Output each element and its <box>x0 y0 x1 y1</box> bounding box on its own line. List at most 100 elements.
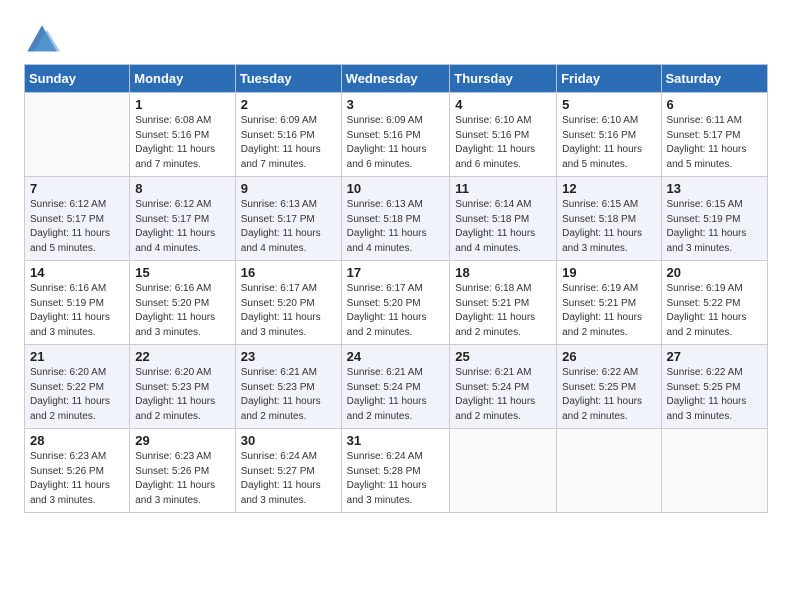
calendar-cell: 12 Sunrise: 6:15 AMSunset: 5:18 PMDayligh… <box>557 177 661 261</box>
logo-icon <box>24 22 60 58</box>
day-number: 6 <box>667 97 762 112</box>
day-number: 18 <box>455 265 551 280</box>
calendar-cell: 1 Sunrise: 6:08 AMSunset: 5:16 PMDaylight… <box>130 93 236 177</box>
day-number: 2 <box>241 97 336 112</box>
weekday-header-tuesday: Tuesday <box>235 65 341 93</box>
day-number: 23 <box>241 349 336 364</box>
day-info: Sunrise: 6:09 AMSunset: 5:16 PMDaylight:… <box>347 114 445 172</box>
day-number: 8 <box>135 181 230 196</box>
day-info: Sunrise: 6:11 AMSunset: 5:17 PMDaylight:… <box>667 114 762 172</box>
day-number: 20 <box>667 265 762 280</box>
calendar-cell: 19Sunrise: 6:19 AMSunset: 5:21 PMDayligh… <box>557 261 661 345</box>
weekday-header-saturday: Saturday <box>661 65 767 93</box>
calendar-cell: 23 Sunrise: 6:21 AMSunset: 5:23 PMDayligh… <box>235 345 341 429</box>
day-info: Sunrise: 6:19 AMSunset: 5:22 PMDaylight:… <box>667 282 762 340</box>
calendar-cell: 3 Sunrise: 6:09 AMSunset: 5:16 PMDaylight… <box>341 93 450 177</box>
day-info: Sunrise: 6:18 AMSunset: 5:21 PMDaylight:… <box>455 282 551 340</box>
day-number: 27 <box>667 349 762 364</box>
calendar-week-3: 14 Sunrise: 6:16 AMSunset: 5:19 PMDayligh… <box>25 261 768 345</box>
day-number: 10 <box>347 181 445 196</box>
calendar-header-row: SundayMondayTuesdayWednesdayThursdayFrid… <box>25 65 768 93</box>
day-info: Sunrise: 6:17 AMSunset: 5:20 PMDaylight:… <box>347 282 445 340</box>
day-info: Sunrise: 6:09 AMSunset: 5:16 PMDaylight:… <box>241 114 336 172</box>
day-info: Sunrise: 6:23 AMSunset: 5:26 PMDaylight:… <box>135 450 230 508</box>
calendar-cell <box>450 429 557 513</box>
logo <box>24 22 64 58</box>
day-info: Sunrise: 6:21 AMSunset: 5:23 PMDaylight:… <box>241 366 336 424</box>
day-number: 3 <box>347 97 445 112</box>
day-number: 16 <box>241 265 336 280</box>
day-info: Sunrise: 6:10 AMSunset: 5:16 PMDaylight:… <box>562 114 655 172</box>
day-info: Sunrise: 6:12 AMSunset: 5:17 PMDaylight:… <box>135 198 230 256</box>
day-info: Sunrise: 6:20 AMSunset: 5:23 PMDaylight:… <box>135 366 230 424</box>
calendar-cell: 18 Sunrise: 6:18 AMSunset: 5:21 PMDayligh… <box>450 261 557 345</box>
weekday-header-thursday: Thursday <box>450 65 557 93</box>
day-info: Sunrise: 6:15 AMSunset: 5:18 PMDaylight:… <box>562 198 655 256</box>
calendar-cell: 9Sunrise: 6:13 AMSunset: 5:17 PMDaylight… <box>235 177 341 261</box>
day-number: 7 <box>30 181 124 196</box>
calendar-cell <box>25 93 130 177</box>
calendar-week-1: 1 Sunrise: 6:08 AMSunset: 5:16 PMDaylight… <box>25 93 768 177</box>
day-info: Sunrise: 6:16 AMSunset: 5:19 PMDaylight:… <box>30 282 124 340</box>
day-number: 12 <box>562 181 655 196</box>
day-number: 17 <box>347 265 445 280</box>
day-number: 29 <box>135 433 230 448</box>
calendar-cell: 29 Sunrise: 6:23 AMSunset: 5:26 PMDayligh… <box>130 429 236 513</box>
header <box>24 18 768 58</box>
weekday-header-wednesday: Wednesday <box>341 65 450 93</box>
day-info: Sunrise: 6:08 AMSunset: 5:16 PMDaylight:… <box>135 114 230 172</box>
day-number: 4 <box>455 97 551 112</box>
day-number: 22 <box>135 349 230 364</box>
calendar-cell: 11Sunrise: 6:14 AMSunset: 5:18 PMDayligh… <box>450 177 557 261</box>
day-number: 25 <box>455 349 551 364</box>
calendar-cell: 10Sunrise: 6:13 AMSunset: 5:18 PMDayligh… <box>341 177 450 261</box>
day-number: 21 <box>30 349 124 364</box>
day-info: Sunrise: 6:21 AMSunset: 5:24 PMDaylight:… <box>347 366 445 424</box>
weekday-header-friday: Friday <box>557 65 661 93</box>
calendar-cell: 17 Sunrise: 6:17 AMSunset: 5:20 PMDayligh… <box>341 261 450 345</box>
weekday-header-monday: Monday <box>130 65 236 93</box>
day-info: Sunrise: 6:24 AMSunset: 5:27 PMDaylight:… <box>241 450 336 508</box>
page: SundayMondayTuesdayWednesdayThursdayFrid… <box>0 0 792 612</box>
calendar-cell: 26Sunrise: 6:22 AMSunset: 5:25 PMDayligh… <box>557 345 661 429</box>
calendar-cell: 30 Sunrise: 6:24 AMSunset: 5:27 PMDayligh… <box>235 429 341 513</box>
weekday-header-sunday: Sunday <box>25 65 130 93</box>
calendar-cell: 21 Sunrise: 6:20 AMSunset: 5:22 PMDayligh… <box>25 345 130 429</box>
day-info: Sunrise: 6:22 AMSunset: 5:25 PMDaylight:… <box>667 366 762 424</box>
day-info: Sunrise: 6:10 AMSunset: 5:16 PMDaylight:… <box>455 114 551 172</box>
calendar-cell: 31 Sunrise: 6:24 AMSunset: 5:28 PMDayligh… <box>341 429 450 513</box>
calendar-week-2: 7 Sunrise: 6:12 AMSunset: 5:17 PMDaylight… <box>25 177 768 261</box>
day-info: Sunrise: 6:22 AMSunset: 5:25 PMDaylight:… <box>562 366 655 424</box>
calendar-cell: 13Sunrise: 6:15 AMSunset: 5:19 PMDayligh… <box>661 177 767 261</box>
calendar-week-4: 21 Sunrise: 6:20 AMSunset: 5:22 PMDayligh… <box>25 345 768 429</box>
day-number: 1 <box>135 97 230 112</box>
day-info: Sunrise: 6:19 AMSunset: 5:21 PMDaylight:… <box>562 282 655 340</box>
day-info: Sunrise: 6:20 AMSunset: 5:22 PMDaylight:… <box>30 366 124 424</box>
day-number: 5 <box>562 97 655 112</box>
calendar-cell: 24Sunrise: 6:21 AMSunset: 5:24 PMDayligh… <box>341 345 450 429</box>
day-info: Sunrise: 6:17 AMSunset: 5:20 PMDaylight:… <box>241 282 336 340</box>
day-number: 30 <box>241 433 336 448</box>
day-number: 28 <box>30 433 124 448</box>
day-info: Sunrise: 6:14 AMSunset: 5:18 PMDaylight:… <box>455 198 551 256</box>
day-info: Sunrise: 6:16 AMSunset: 5:20 PMDaylight:… <box>135 282 230 340</box>
day-info: Sunrise: 6:23 AMSunset: 5:26 PMDaylight:… <box>30 450 124 508</box>
calendar-cell: 28 Sunrise: 6:23 AMSunset: 5:26 PMDayligh… <box>25 429 130 513</box>
calendar-cell: 20 Sunrise: 6:19 AMSunset: 5:22 PMDayligh… <box>661 261 767 345</box>
day-number: 31 <box>347 433 445 448</box>
calendar-cell: 2 Sunrise: 6:09 AMSunset: 5:16 PMDaylight… <box>235 93 341 177</box>
day-info: Sunrise: 6:12 AMSunset: 5:17 PMDaylight:… <box>30 198 124 256</box>
day-info: Sunrise: 6:24 AMSunset: 5:28 PMDaylight:… <box>347 450 445 508</box>
calendar-cell: 14 Sunrise: 6:16 AMSunset: 5:19 PMDayligh… <box>25 261 130 345</box>
day-number: 14 <box>30 265 124 280</box>
calendar-cell <box>661 429 767 513</box>
day-info: Sunrise: 6:13 AMSunset: 5:17 PMDaylight:… <box>241 198 336 256</box>
calendar-week-5: 28 Sunrise: 6:23 AMSunset: 5:26 PMDayligh… <box>25 429 768 513</box>
calendar-cell: 6 Sunrise: 6:11 AMSunset: 5:17 PMDaylight… <box>661 93 767 177</box>
calendar-cell <box>557 429 661 513</box>
calendar-cell: 16 Sunrise: 6:17 AMSunset: 5:20 PMDayligh… <box>235 261 341 345</box>
calendar-table: SundayMondayTuesdayWednesdayThursdayFrid… <box>24 64 768 513</box>
calendar-cell: 7 Sunrise: 6:12 AMSunset: 5:17 PMDaylight… <box>25 177 130 261</box>
calendar-cell: 4 Sunrise: 6:10 AMSunset: 5:16 PMDaylight… <box>450 93 557 177</box>
calendar-cell: 27 Sunrise: 6:22 AMSunset: 5:25 PMDayligh… <box>661 345 767 429</box>
